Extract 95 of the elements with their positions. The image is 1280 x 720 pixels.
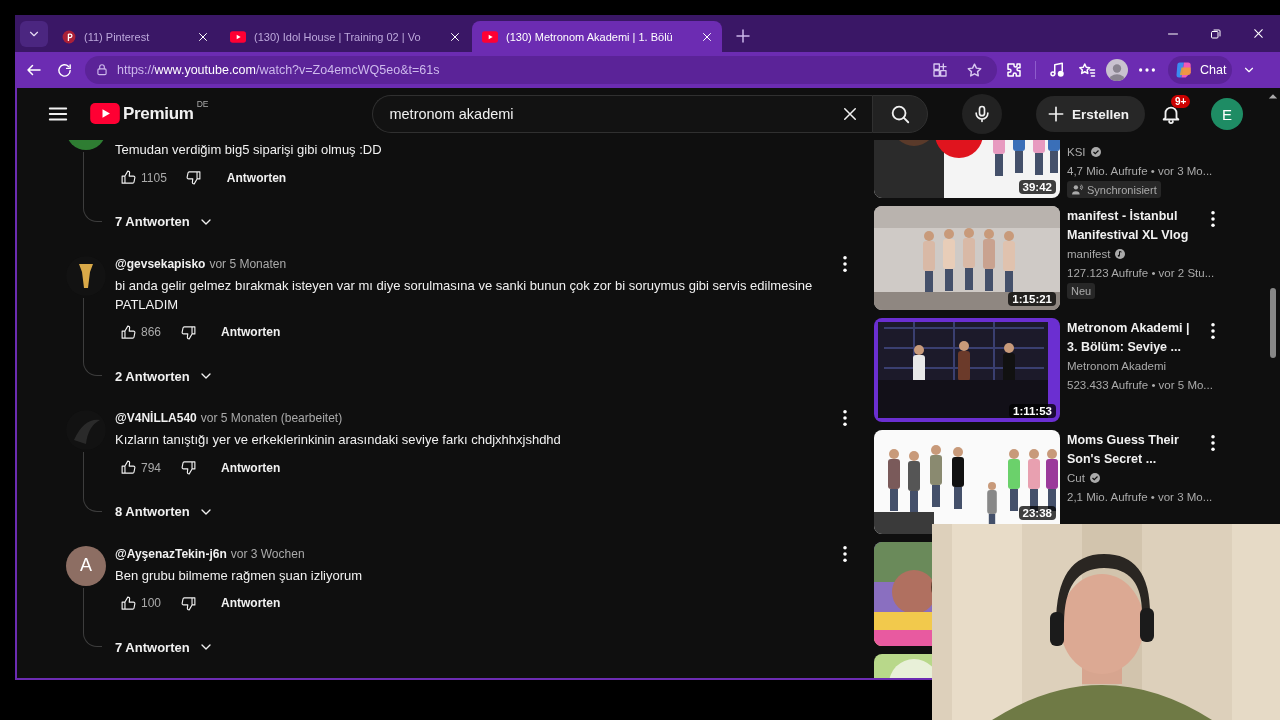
video-meta: 2,1 Mio. Aufrufe • vor 3 Mo... [1067,489,1214,505]
new-badge: Neu [1067,283,1096,299]
video-duration: 1:11:53 [1009,404,1056,418]
video-duration: 1:15:21 [1008,292,1056,306]
reply-button[interactable]: Antworten [209,317,293,347]
youtube-icon [230,30,246,43]
browser-tab[interactable]: (130) Idol House | Training 02 | Vo [220,21,470,52]
like-count: 1105 [141,170,167,185]
replies-button[interactable]: 7 Antworten [115,213,214,230]
browser-tab[interactable]: (11) Pinterest [52,21,218,52]
notifications-button[interactable]: 9+ [1151,94,1191,134]
plus-icon [734,27,752,45]
kebab-icon [1211,323,1215,339]
thread-line [83,587,102,647]
star-list-icon [1078,61,1096,79]
thumbs-up-icon [119,169,137,186]
close-icon [197,30,209,43]
grid-plus-icon [932,62,948,78]
youtube-icon [90,103,120,124]
video-title[interactable]: Moms Guess Their Son's Secret ... [1067,431,1201,468]
channel-name[interactable]: KSI [1067,143,1086,162]
comment-author[interactable]: @AyşenazTekin-j6n [115,546,227,561]
create-button[interactable]: Erstellen [1035,96,1145,132]
video-meta: 127.123 Aufrufe • vor 2 Stu... [1067,265,1216,281]
thread-line [83,452,102,512]
channel-name[interactable]: Metronom Akademi [1067,357,1167,376]
close-icon [701,30,713,43]
thumbs-up-icon [119,323,137,341]
puzzle-icon [1005,61,1023,79]
reply-button[interactable]: Antworten [209,588,293,618]
comment-time: vor 3 Wochen [230,546,305,561]
thumbs-down-icon [179,323,197,341]
scroll-up-icon [1268,92,1278,100]
scrollbar-thumb[interactable] [1270,288,1276,358]
replies-button[interactable]: 8 Antworten [115,503,214,520]
region-code: DE [196,99,209,109]
logo-text[interactable]: Premium [123,103,194,125]
thumbs-down-icon [185,169,203,186]
kebab-icon [843,255,847,272]
replies-button[interactable]: 2 Antworten [115,368,214,384]
comment-time: vor 5 Monaten [209,256,287,271]
chat-button[interactable]: Chat [1168,56,1233,84]
avatar[interactable]: A [66,545,106,586]
thumbs-down-icon [179,594,197,612]
thumbs-up-icon [119,594,137,612]
video-title[interactable]: manifest - İstanbul Manifestival XL Vlog [1067,207,1201,244]
search-button[interactable] [872,95,929,133]
browser-tab[interactable]: (130) Metronom Akademi | 1. Bölü [472,21,722,52]
restore-icon [1209,27,1222,40]
comment-text: Temudan verdiğim big5 siparişi gibi olmuş :DD [115,141,383,159]
thumbs-down-icon [179,459,197,476]
video-title[interactable]: Metronom Akademi | 3. Bölüm: Seviye ... [1067,319,1201,356]
comment-time: vor 5 Monaten (bearbeitet) [200,411,343,425]
account-avatar[interactable]: E [1211,98,1243,130]
kebab-icon [843,545,847,562]
replies-button[interactable]: 7 Antworten [115,639,214,655]
comment-text: bi anda gelir gelmez bırakmak isteyen var mı diye sorulmasına ve sanki bunun çok zor bi soruymus gibi servis edilmesine PATLADIM [115,276,814,314]
star-icon [965,61,983,79]
reply-button[interactable]: Antworten [214,162,299,193]
comment-text: Ben grubu bilmeme rağmen şuan izliyorum [115,566,364,585]
reply-button[interactable]: Antworten [209,452,293,483]
comment-author[interactable]: @gevsekapisko [115,256,206,271]
person-icon [1107,61,1127,81]
notification-badge: 9+ [1171,95,1191,108]
pinterest-icon [62,29,76,44]
more-icon [1139,68,1155,72]
search-input[interactable]: metronom akademi [389,106,835,122]
channel-name[interactable]: Cut [1067,469,1085,488]
close-icon [449,30,461,43]
video-meta: 4,7 Mio. Aufrufe • vor 3 Mo... [1067,163,1214,179]
thumbs-up-icon [119,459,137,476]
lock-icon [95,63,109,77]
kebab-icon [843,410,847,426]
search-icon [889,103,912,125]
comment-author[interactable]: @V4NİLLA540 [115,411,197,425]
comment-text: Kızların tanıştığı yer ve erkeklerinkinin arasındaki seviye farkı chdjxhhxjshdhd [115,431,562,449]
channel-name[interactable]: manifest [1067,245,1111,264]
search-field[interactable]: metronom akademi [372,95,873,133]
copilot-icon [1174,60,1194,80]
video-meta: 523.433 Aufrufe • vor 5 Mo... [1067,377,1214,393]
reload-icon [55,61,73,79]
kebab-icon [1211,211,1215,227]
address-bar[interactable]: https://www.youtube.com/watch?v=Zo4emcWQ5eo&t=61s [85,56,997,84]
like-count: 866 [141,325,162,339]
like-count: 794 [141,460,162,475]
youtube-icon [482,30,498,43]
video-duration: 39:42 [1018,180,1056,194]
kebab-icon [1211,435,1215,451]
voice-search-button[interactable] [962,94,1003,134]
close-icon [1252,27,1265,40]
music-note-icon [1048,61,1066,79]
badge-label: Synchronisiert [1087,183,1157,196]
thread-line [83,152,102,222]
speaker-person-icon [1071,183,1084,196]
like-count: 100 [141,596,162,610]
